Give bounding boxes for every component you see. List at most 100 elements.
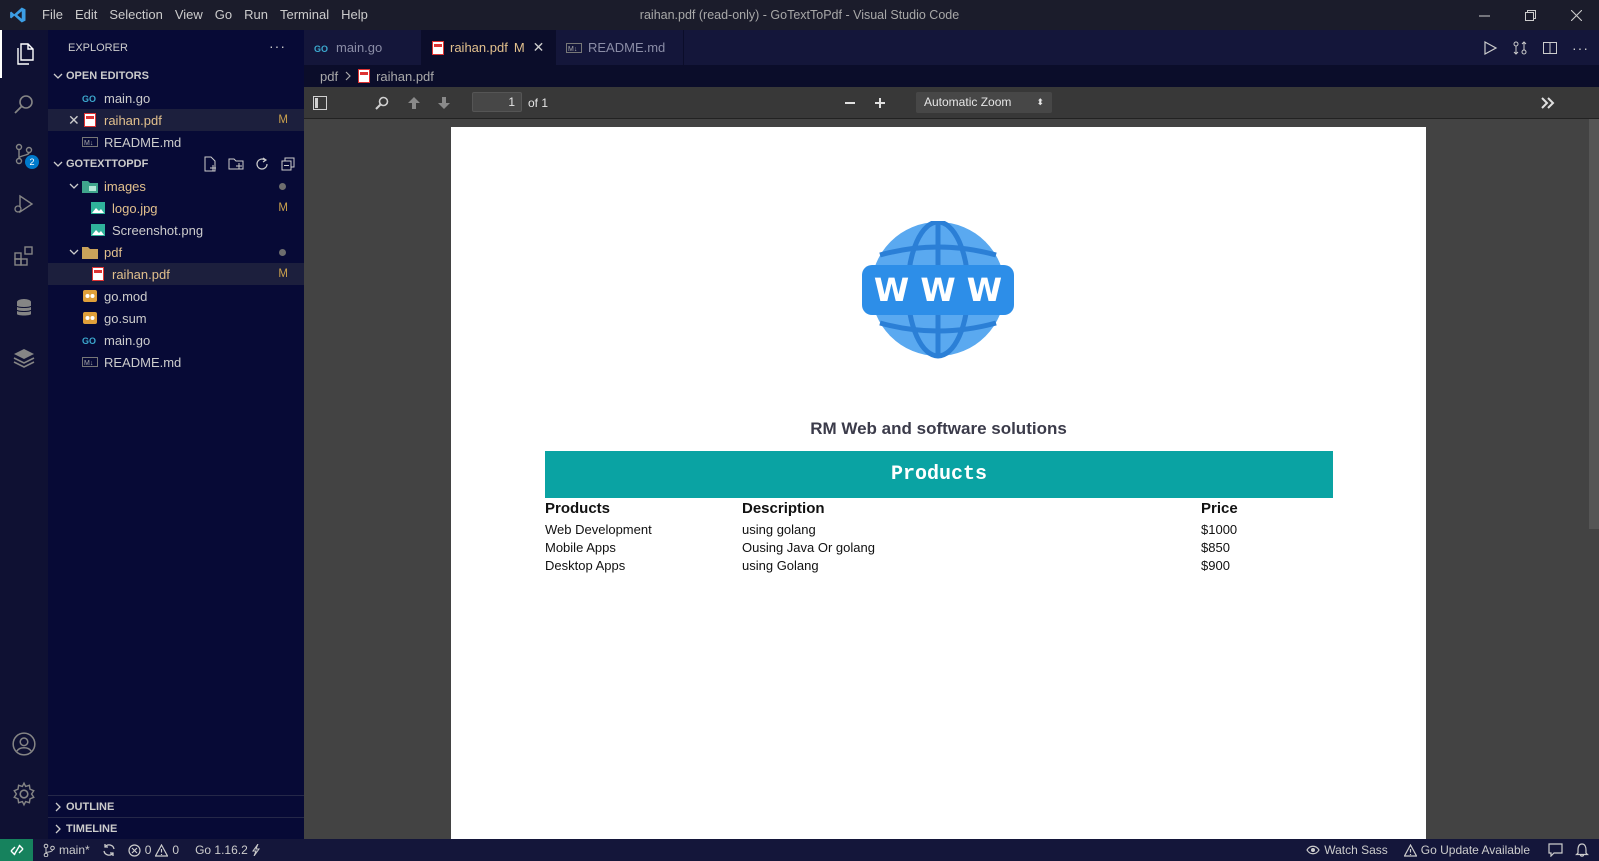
editor-actions: ···: [1482, 30, 1589, 65]
layers-icon: [13, 349, 35, 368]
branch-status[interactable]: main*: [33, 839, 96, 861]
products-banner: Products: [545, 451, 1333, 498]
plus-icon: [875, 98, 885, 108]
tab-main-go[interactable]: GO main.go: [304, 30, 422, 65]
arrow-up-icon: [408, 97, 420, 109]
run-debug-activity[interactable]: [0, 180, 48, 228]
file-readme[interactable]: M↓ README.md: [48, 351, 304, 373]
breadcrumb-file[interactable]: raihan.pdf: [376, 69, 434, 84]
more-actions-icon[interactable]: ···: [269, 38, 286, 54]
timeline-section-header[interactable]: TIMELINE: [48, 817, 304, 839]
menu-help[interactable]: Help: [335, 0, 374, 30]
table-row: Desktop Apps using Golang $900: [545, 558, 1333, 576]
close-window-button[interactable]: [1553, 0, 1599, 30]
zoom-in-button[interactable]: [870, 93, 890, 113]
search-activity[interactable]: [0, 80, 48, 128]
sync-status[interactable]: [96, 839, 122, 861]
table-cell: Mobile Apps: [545, 540, 616, 555]
notifications-button[interactable]: [1569, 839, 1599, 861]
table-cell: Web Development: [545, 522, 652, 537]
menu-terminal[interactable]: Terminal: [274, 0, 335, 30]
open-editor-item[interactable]: M↓ README.md: [48, 131, 304, 153]
problems-status[interactable]: 0 0: [122, 839, 185, 861]
menu-view[interactable]: View: [169, 0, 209, 30]
tab-readme[interactable]: M↓ README.md: [556, 30, 684, 65]
find-button[interactable]: [372, 93, 392, 113]
table-cell: Desktop Apps: [545, 558, 626, 573]
refresh-icon[interactable]: [254, 156, 270, 172]
open-editor-label: README.md: [104, 134, 182, 150]
menu-edit[interactable]: Edit: [69, 0, 103, 30]
breadcrumb-folder[interactable]: pdf: [320, 69, 338, 84]
watch-sass-button[interactable]: Watch Sass: [1300, 839, 1394, 861]
pdf-page: W W W RM Web and software solutions Prod…: [451, 127, 1426, 839]
more-actions-icon[interactable]: ···: [1572, 40, 1589, 56]
next-page-button[interactable]: [434, 93, 454, 113]
project-section-header[interactable]: GOTEXTTOPDF: [48, 153, 304, 175]
folder-icon: [82, 244, 98, 260]
remote-button[interactable]: [0, 839, 33, 861]
extensions-activity[interactable]: [0, 232, 48, 280]
go-file-icon: GO: [314, 43, 330, 53]
zoom-select[interactable]: Automatic Zoom ⬍: [916, 92, 1052, 113]
feedback-button[interactable]: [1536, 839, 1569, 861]
new-folder-icon[interactable]: [228, 156, 244, 172]
folder-pdf[interactable]: pdf: [48, 241, 304, 263]
outline-title: OUTLINE: [66, 800, 115, 813]
logo-text: W W W: [874, 271, 1002, 309]
explorer-activity[interactable]: [0, 30, 48, 78]
modified-badge: M: [278, 114, 288, 126]
scrollbar-thumb[interactable]: [1589, 119, 1599, 529]
compare-changes-icon[interactable]: [1512, 40, 1528, 56]
accounts-activity[interactable]: [0, 720, 48, 768]
chevron-down-icon: [64, 181, 82, 191]
menu-file[interactable]: File: [36, 0, 69, 30]
menu-run[interactable]: Run: [238, 0, 274, 30]
minimize-button[interactable]: [1461, 0, 1507, 30]
previous-page-button[interactable]: [404, 93, 424, 113]
sidebar-toggle-button[interactable]: [310, 93, 330, 113]
svg-text:GO: GO: [82, 94, 96, 103]
database-activity[interactable]: [0, 284, 48, 332]
file-screenshot[interactable]: Screenshot.png: [48, 219, 304, 241]
go-version-status[interactable]: Go 1.16.2: [185, 839, 266, 861]
split-editor-icon[interactable]: [1542, 40, 1558, 56]
outline-section-header[interactable]: OUTLINE: [48, 795, 304, 817]
pdf-toolbar: 1 of 1 Automatic Zoom ⬍: [304, 87, 1599, 119]
open-editors-title: OPEN EDITORS: [66, 70, 149, 82]
page-number-input[interactable]: 1: [472, 92, 522, 112]
new-file-icon[interactable]: [202, 156, 218, 172]
file-logo[interactable]: logo.jpg M: [48, 197, 304, 219]
timeline-title: TIMELINE: [66, 822, 118, 835]
layers-activity[interactable]: [0, 334, 48, 382]
tools-button[interactable]: [1538, 93, 1558, 113]
menu-selection[interactable]: Selection: [103, 0, 168, 30]
file-main-go[interactable]: GO main.go: [48, 329, 304, 351]
collapse-all-icon[interactable]: [280, 156, 296, 172]
open-editors-section-header[interactable]: OPEN EDITORS: [48, 65, 304, 87]
run-icon[interactable]: [1482, 40, 1498, 56]
manage-activity[interactable]: [0, 770, 48, 818]
column-header: Price: [1201, 500, 1238, 517]
open-editor-item[interactable]: GO main.go: [48, 87, 304, 109]
breadcrumb: pdf raihan.pdf: [304, 65, 1599, 87]
go-update-button[interactable]: Go Update Available: [1394, 839, 1536, 861]
error-icon: [128, 843, 141, 857]
restore-button[interactable]: [1507, 0, 1553, 30]
table-row: Web Development using golang $1000: [545, 522, 1333, 540]
menu-go[interactable]: Go: [209, 0, 238, 30]
bell-icon: [1575, 843, 1589, 857]
source-control-activity[interactable]: 2: [0, 130, 48, 178]
folder-images[interactable]: images: [48, 175, 304, 197]
close-tab-icon[interactable]: ✕: [533, 39, 545, 56]
close-editor-icon[interactable]: ✕: [68, 112, 82, 129]
file-go-mod[interactable]: go.mod: [48, 285, 304, 307]
tab-raihan-pdf[interactable]: raihan.pdf M ✕: [422, 30, 556, 65]
zoom-out-button[interactable]: [840, 93, 860, 113]
file-raihan-pdf[interactable]: raihan.pdf M: [48, 263, 304, 285]
tab-label: README.md: [588, 40, 666, 55]
table-cell: $1000: [1201, 522, 1238, 537]
open-editor-item[interactable]: ✕ raihan.pdf M: [48, 109, 304, 131]
menu-bar: File Edit Selection View Go Run Terminal…: [36, 0, 374, 30]
file-go-sum[interactable]: go.sum: [48, 307, 304, 329]
